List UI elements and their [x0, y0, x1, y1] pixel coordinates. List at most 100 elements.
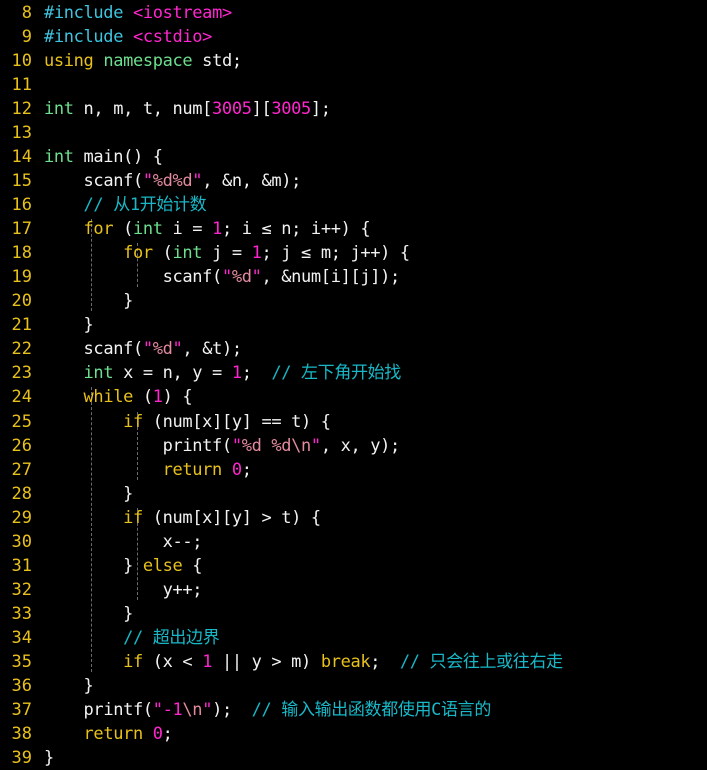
line-number[interactable]: 13 — [0, 121, 32, 145]
code-line-content[interactable]: } else { — [44, 554, 202, 578]
line-number[interactable]: 16 — [0, 193, 32, 217]
code-line-content[interactable]: printf("-1\n"); // 输入输出函数都使用C语言的 — [44, 698, 492, 722]
line-number[interactable]: 25 — [0, 410, 32, 434]
code-line[interactable]: 17 for (int i = 1; i ≤ n; i++) { — [0, 217, 707, 241]
code-line-content[interactable]: int main() { — [44, 145, 163, 169]
code-line[interactable]: 10 using namespace std; — [0, 49, 707, 73]
line-number[interactable]: 34 — [0, 626, 32, 650]
code-line[interactable]: 23 int x = n, y = 1; // 左下角开始找 — [0, 361, 707, 385]
code-line-content[interactable]: scanf("%d%d", &n, &m); — [44, 169, 302, 193]
code-line-content[interactable]: printf("%d %d\n", x, y); — [44, 434, 401, 458]
code-line-content[interactable]: // 超出边界 — [44, 626, 220, 650]
line-number[interactable]: 15 — [0, 169, 32, 193]
code-line[interactable]: 33 } — [0, 602, 707, 626]
code-line[interactable]: 19 scanf("%d", &num[i][j]); — [0, 265, 707, 289]
code-line-content[interactable]: int n, m, t, num[3005][3005]; — [44, 97, 331, 121]
line-number[interactable]: 24 — [0, 385, 32, 409]
code-line[interactable]: 8 #include <iostream> — [0, 1, 707, 25]
code-line-content[interactable]: while (1) { — [44, 385, 193, 409]
code-token-plain: } — [44, 747, 54, 768]
line-number[interactable]: 29 — [0, 506, 32, 530]
line-number[interactable]: 31 — [0, 554, 32, 578]
code-line-content[interactable]: } — [44, 602, 133, 626]
line-number[interactable]: 11 — [0, 73, 32, 97]
code-line[interactable]: 12 int n, m, t, num[3005][3005]; — [0, 97, 707, 121]
code-line-content[interactable]: if (x < 1 || y > m) break; // 只会往上或往右走 — [44, 650, 563, 674]
code-token-number: 0 — [231, 459, 242, 480]
code-line[interactable]: 39} — [0, 746, 707, 770]
code-line[interactable]: 20 } — [0, 289, 707, 313]
code-line[interactable]: 35 if (x < 1 || y > m) break; // 只会往上或往右… — [0, 650, 707, 674]
line-number[interactable]: 32 — [0, 578, 32, 602]
line-number[interactable]: 19 — [0, 265, 32, 289]
code-line[interactable]: 37 printf("-1\n"); // 输入输出函数都使用C语言的 — [0, 698, 707, 722]
code-line[interactable]: 22 scanf("%d", &t); — [0, 337, 707, 361]
code-line[interactable]: 34 // 超出边界 — [0, 626, 707, 650]
code-line[interactable]: 29 if (num[x][y] > t) { — [0, 506, 707, 530]
line-number[interactable]: 12 — [0, 97, 32, 121]
code-token-comment: // 超出边界 — [123, 627, 220, 648]
code-line-content[interactable]: y++; — [44, 578, 203, 602]
code-line-content[interactable]: } — [44, 674, 94, 698]
line-number[interactable]: 18 — [0, 241, 32, 265]
line-number[interactable]: 37 — [0, 698, 32, 722]
code-line[interactable]: 16 // 从1开始计数 — [0, 193, 707, 217]
code-line[interactable]: 36 } — [0, 674, 707, 698]
line-number[interactable]: 38 — [0, 722, 32, 746]
line-number[interactable]: 35 — [0, 650, 32, 674]
line-number[interactable]: 14 — [0, 145, 32, 169]
line-number[interactable]: 33 — [0, 602, 32, 626]
code-line[interactable]: 13 — [0, 121, 707, 145]
code-line-content[interactable]: // 从1开始计数 — [44, 193, 207, 217]
code-line-content[interactable]: return 0; — [44, 458, 252, 482]
code-line-content[interactable]: if (num[x][y] > t) { — [44, 506, 321, 530]
code-line[interactable]: 30 x--; — [0, 530, 707, 554]
code-line[interactable]: 27 return 0; — [0, 458, 707, 482]
code-line[interactable]: 9 #include <cstdio> — [0, 25, 707, 49]
code-line[interactable]: 21 } — [0, 313, 707, 337]
line-number[interactable]: 20 — [0, 289, 32, 313]
code-line-content[interactable]: } — [44, 313, 94, 337]
code-line-content[interactable]: for (int j = 1; j ≤ m; j++) { — [44, 241, 410, 265]
line-number[interactable]: 17 — [0, 217, 32, 241]
line-number[interactable]: 21 — [0, 313, 32, 337]
line-number[interactable]: 28 — [0, 482, 32, 506]
code-editor-pane[interactable]: 8 #include <iostream> 9 #include <cstdio> 10… — [0, 0, 707, 770]
line-number[interactable]: 39 — [0, 746, 32, 770]
code-line[interactable]: 38 return 0; — [0, 722, 707, 746]
code-line[interactable]: 24 while (1) { — [0, 385, 707, 409]
code-token-plain: i = — [162, 219, 213, 240]
line-number[interactable]: 9 — [0, 25, 32, 49]
code-line-content[interactable]: scanf("%d", &t); — [44, 337, 243, 361]
line-number[interactable]: 8 — [0, 1, 32, 25]
code-line-content[interactable]: int x = n, y = 1; // 左下角开始找 — [44, 361, 402, 385]
code-line[interactable]: 11 — [0, 73, 707, 97]
code-line-content[interactable]: if (num[x][y] == t) { — [44, 410, 331, 434]
line-number[interactable]: 26 — [0, 434, 32, 458]
code-line[interactable]: 25 if (num[x][y] == t) { — [0, 410, 707, 434]
code-line-content[interactable]: for (int i = 1; i ≤ n; i++) { — [44, 217, 371, 241]
code-line-content[interactable]: #include <iostream> — [44, 1, 232, 25]
line-number[interactable]: 22 — [0, 337, 32, 361]
code-line-content[interactable]: using namespace std; — [44, 49, 242, 73]
code-line[interactable]: 28 } — [0, 482, 707, 506]
code-line[interactable]: 14 int main() { — [0, 145, 707, 169]
code-line-content[interactable]: } — [44, 289, 133, 313]
code-line[interactable]: 18 for (int j = 1; j ≤ m; j++) { — [0, 241, 707, 265]
code-line-content[interactable]: } — [44, 746, 54, 770]
line-number[interactable]: 23 — [0, 361, 32, 385]
line-number[interactable]: 36 — [0, 674, 32, 698]
line-number[interactable]: 10 — [0, 49, 32, 73]
code-line[interactable]: 15 scanf("%d%d", &n, &m); — [0, 169, 707, 193]
code-line[interactable]: 32 y++; — [0, 578, 707, 602]
code-line-content[interactable]: #include <cstdio> — [44, 25, 212, 49]
code-line[interactable]: 31 } else { — [0, 554, 707, 578]
line-number[interactable]: 27 — [0, 458, 32, 482]
code-line[interactable]: 26 printf("%d %d\n", x, y); — [0, 434, 707, 458]
code-line-content[interactable]: x--; — [44, 530, 203, 554]
code-line-content[interactable]: } — [44, 482, 133, 506]
code-token-keyword: if — [123, 651, 143, 672]
line-number[interactable]: 30 — [0, 530, 32, 554]
code-line-content[interactable]: scanf("%d", &num[i][j]); — [44, 265, 401, 289]
code-line-content[interactable]: return 0; — [44, 722, 173, 746]
